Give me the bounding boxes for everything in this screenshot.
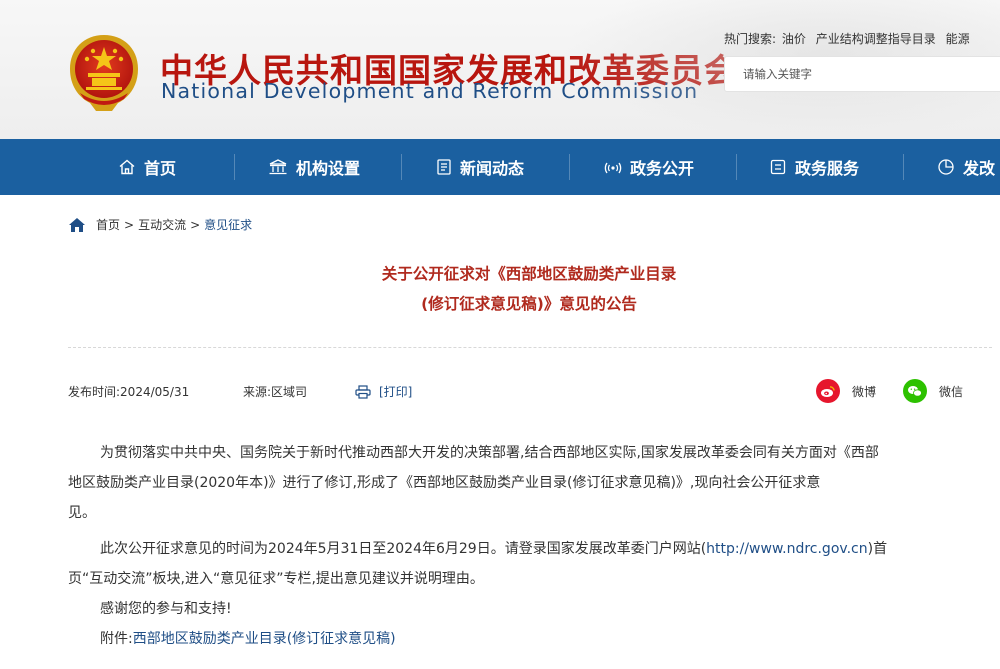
home-icon [119, 159, 135, 175]
article-title-line-1: 关于公开征求对《西部地区鼓励类产业目录 [381, 265, 677, 283]
paragraph-line: 页“互动交流”板块,进入“意见征求”专栏,提出意见建议并说明理由。 [68, 571, 484, 587]
breadcrumb-separator: > [124, 217, 135, 232]
breadcrumb-separator: > [190, 217, 201, 232]
hot-search-item[interactable]: 油价 [782, 32, 806, 46]
breadcrumb-current[interactable]: 意见征求 [204, 216, 252, 233]
nav-divider [234, 154, 235, 180]
paragraph-text: 此次公开征求意见的时间为2024年5月31日至2024年6月29日。请登录国家发… [100, 541, 707, 557]
printer-icon [355, 384, 371, 399]
paragraph-line: 见。 [68, 505, 96, 521]
attachment: 附件:西部地区鼓励类产业目录(修订征求意见稿) [68, 624, 992, 654]
attachment-label: 附件: [100, 631, 133, 647]
paragraph-line: 为贯彻落实中共中央、国务院关于新时代推动西部大开发的决策部署,结合西部地区实际,… [100, 445, 879, 461]
nav-item-institutions[interactable]: 机构设置 [268, 139, 360, 195]
site-title-en: National Development and Reform Commissi… [161, 79, 699, 103]
institution-icon [269, 159, 287, 175]
breadcrumb-home[interactable]: 首页 [96, 216, 120, 233]
hot-search-item[interactable]: 能源 [946, 32, 970, 46]
attachment-link[interactable]: 西部地区鼓励类产业目录(修订征求意见稿) [133, 631, 396, 647]
news-icon [437, 159, 451, 175]
hot-search-item[interactable]: 产业结构调整指导目录 [816, 32, 936, 46]
nav-label: 新闻动态 [460, 159, 525, 178]
breadcrumb: 首页 > 互动交流 > 意见征求 [68, 216, 252, 233]
print-label: [打印] [379, 385, 413, 399]
nav-divider [569, 154, 570, 180]
breadcrumb-section[interactable]: 互动交流 [138, 216, 186, 233]
nav-divider [401, 154, 402, 180]
source: 来源:区域司 [243, 385, 308, 399]
wechat-icon [903, 379, 927, 403]
paragraph-line: 地区鼓励类产业目录(2020年本)》进行了修订,形成了《西部地区鼓励类产业目录(… [68, 475, 821, 491]
share-wechat-label: 微信 [939, 384, 964, 399]
hot-search-label: 热门搜索: [724, 32, 777, 46]
search-input[interactable] [725, 57, 1000, 91]
nav-label: 首页 [144, 159, 177, 178]
nav-label: 发改 [963, 159, 996, 178]
home-icon [69, 217, 85, 232]
nav-item-government-affairs[interactable]: 政务公开 [604, 139, 694, 195]
share-weibo[interactable]: 微博 [816, 379, 876, 403]
nav-item-services[interactable]: 政务服务 [769, 139, 859, 195]
share-weibo-label: 微博 [852, 384, 877, 399]
nav-item-home[interactable]: 首页 [118, 139, 176, 195]
publish-time: 发布时间:2024/05/31 [68, 385, 190, 399]
nav-label: 机构设置 [296, 159, 361, 178]
divider [68, 347, 992, 348]
paragraph-line: 附件:西部地区鼓励类产业目录(修订征求意见稿) [68, 624, 992, 654]
weibo-icon [816, 379, 840, 403]
article-paragraph-1: 为贯彻落实中共中央、国务院关于新时代推动西部大开发的决策部署,结合西部地区实际,… [68, 438, 992, 528]
paragraph-text: )首 [867, 541, 888, 557]
nav-divider [903, 154, 904, 180]
nav-item-news[interactable]: 新闻动态 [436, 139, 524, 195]
service-icon [770, 159, 786, 175]
ndrc-url-link[interactable]: http://www.ndrc.gov.cn [706, 541, 867, 557]
nav-label: 政务公开 [630, 159, 695, 178]
share-wechat[interactable]: 微信 [903, 379, 963, 403]
nav-divider [736, 154, 737, 180]
paragraph-line: 此次公开征求意见的时间为2024年5月31日至2024年6月29日。请登录国家发… [68, 534, 992, 564]
national-emblem-icon [70, 35, 138, 111]
nav-label: 政务服务 [795, 159, 860, 178]
search-box [724, 56, 1000, 92]
main-nav: 首页 机构设置 新闻动态 政务公开 政务服务 发改 [0, 139, 1000, 195]
hot-search: 热门搜索: 油价 产业结构调整指导目录 能源 [724, 30, 976, 47]
nav-item-reform[interactable]: 发改 [937, 139, 995, 195]
site-header: 中华人民共和国国家发展和改革委员会 National Development a… [0, 0, 1000, 139]
article-paragraph-2: 此次公开征求意见的时间为2024年5月31日至2024年6月29日。请登录国家发… [68, 534, 992, 594]
broadcast-icon [604, 162, 622, 174]
chart-icon [938, 159, 954, 175]
article-title-line-2: (修订征求意见稿)》意见的公告 [421, 295, 637, 313]
article-paragraph-3: 感谢您的参与和支持! [68, 594, 992, 624]
print-button[interactable]: [打印] [355, 383, 412, 400]
paragraph-line: 感谢您的参与和支持! [100, 601, 232, 617]
